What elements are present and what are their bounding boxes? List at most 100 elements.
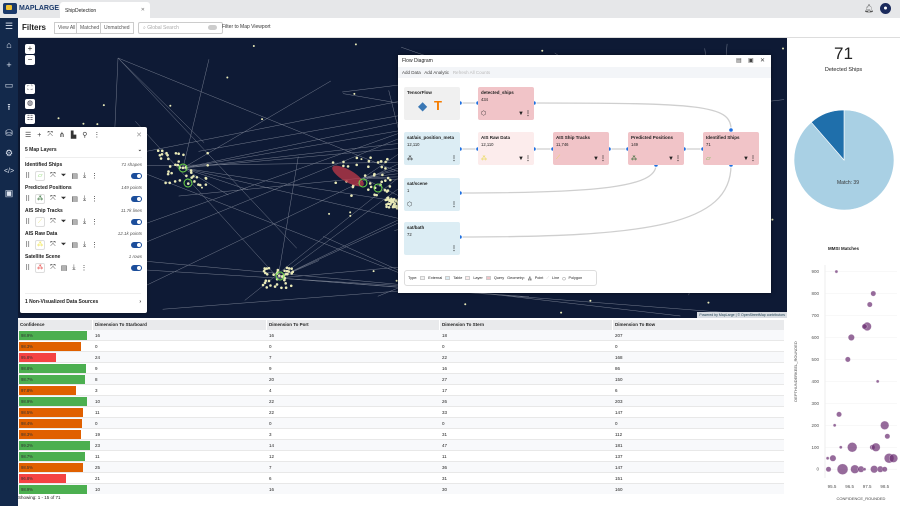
upload-icon[interactable]: ⭱	[0, 100, 18, 116]
layer-item[interactable]: Satellite Scene 1 rows ⠿ ⁂ ⤧ ▤ ⤓ ⋮	[25, 254, 142, 273]
zoom-in-button[interactable]: +	[25, 44, 35, 54]
node-sat-scene[interactable]: sat/scene 1 ⬡ ⋮	[404, 178, 460, 211]
filter-icon[interactable]: ▼	[518, 111, 524, 117]
table-icon[interactable]: ▤	[71, 172, 78, 180]
node-detected-ships[interactable]: detected_ships 434 ⬡ ▼ ⋮	[478, 87, 534, 120]
table-row[interactable]: 96.8% 21 6 31 151	[18, 473, 784, 484]
drag-handle-icon[interactable]: ⠿	[25, 218, 30, 226]
more-icon[interactable]: ⋮	[525, 110, 531, 117]
more-icon[interactable]: ⋮	[80, 264, 87, 272]
menu-icon[interactable]: ☰	[0, 21, 18, 32]
drag-handle-icon[interactable]: ⠿	[25, 172, 30, 180]
scatter-point[interactable]	[845, 356, 851, 363]
table-row[interactable]: 98.3% 19 3 31 112	[18, 429, 784, 440]
home-icon[interactable]: ⌂	[0, 40, 18, 50]
unmatched-button[interactable]: Unmatched	[100, 22, 134, 34]
scatter-point[interactable]	[866, 301, 873, 308]
layer-symbol-icon[interactable]: ⁂	[35, 240, 46, 250]
scatter-point[interactable]	[847, 334, 855, 341]
database-icon[interactable]: ⛁	[0, 128, 18, 139]
expand-icon[interactable]: ⤧	[47, 131, 53, 139]
scatter-point[interactable]	[871, 442, 881, 452]
column-header[interactable]: Dimension To Stern	[440, 320, 613, 330]
layers-stack-icon[interactable]: ☰	[25, 131, 31, 139]
notification-bell-icon[interactable]: 🔔︎	[864, 4, 874, 13]
table-row[interactable]: 98.9% 10 22 26 203	[18, 396, 784, 407]
layer-symbol-icon[interactable]: ⁂	[35, 194, 46, 204]
node-ais-position-meta[interactable]: sat/ais_position_meta 12,110 ⁂ ⋮	[404, 132, 460, 165]
zoom-extent-icon[interactable]: ⛶	[25, 84, 35, 94]
more-icon[interactable]: ⋮	[91, 241, 98, 249]
folder-icon[interactable]: ▭	[0, 80, 18, 91]
filter-icon[interactable]: ⏷	[61, 195, 67, 203]
table-row[interactable]: 98.7% 8 20 27 150	[18, 374, 784, 385]
filter-icon[interactable]: ⏷	[61, 218, 67, 226]
zoom-to-layer-icon[interactable]: ⤧	[50, 241, 56, 249]
add-layer-icon[interactable]: +	[37, 132, 41, 139]
node-ais-raw-data[interactable]: AIS Raw Data 12,110 ⁂ ▼ ⋮	[478, 132, 534, 165]
scatter-point[interactable]	[870, 290, 877, 297]
scatter-point[interactable]	[861, 323, 868, 330]
zoom-to-layer-icon[interactable]: ⤧	[50, 218, 56, 226]
column-header[interactable]: Dimension To Starboard	[93, 320, 267, 330]
more-icon[interactable]: ⋮	[451, 155, 457, 162]
scatter-point[interactable]	[880, 420, 890, 430]
download-icon[interactable]: ⤓	[72, 264, 75, 272]
close-panel-icon[interactable]: ✕	[136, 131, 142, 139]
scatter-point[interactable]	[832, 423, 837, 427]
node-predicted-positions[interactable]: Predicted Positions 149 ⁂ ▼ ⋮	[628, 132, 684, 165]
more-icon[interactable]: ⋮	[600, 155, 606, 162]
filter-icon[interactable]: ▼	[518, 156, 524, 162]
layer-symbol-icon[interactable]: ⟋	[35, 217, 46, 227]
download-icon[interactable]: ⤓	[83, 218, 86, 226]
zoom-to-layer-icon[interactable]: ⤧	[50, 264, 56, 272]
table-icon[interactable]: ▤	[61, 264, 68, 272]
layer-visibility-toggle[interactable]	[131, 265, 142, 271]
table-row[interactable]: 98.4% 0 0 0 0	[18, 418, 784, 429]
filter-icon[interactable]: ⏷	[61, 241, 67, 249]
table-row[interactable]: 98.9% 10 16 30 160	[18, 484, 784, 494]
more-icon[interactable]: ⋮	[451, 245, 457, 252]
download-icon[interactable]: ⤓	[83, 195, 86, 203]
scatter-point[interactable]	[889, 453, 898, 463]
viewport-filter-toggle[interactable]	[208, 25, 217, 30]
basemap-globe-icon[interactable]: ◍	[25, 99, 35, 109]
table-row[interactable]: 97.8% 3 4 17 6	[18, 385, 784, 396]
table-row[interactable]: 95.8% 24 7 22 168	[18, 352, 784, 363]
more-icon[interactable]: ⋮	[451, 201, 457, 208]
layer-item[interactable]: Predicted Positions 149 points ⠿ ⁂ ⤧ ⏷ ▤ ⤓ ⋮	[25, 185, 142, 204]
node-tensorflow[interactable]: TensorFlow ◆ T	[404, 87, 460, 120]
table-icon[interactable]: ▤	[71, 195, 78, 203]
filter-icon[interactable]: ▼	[743, 156, 749, 162]
table-row[interactable]: 98.3% 0 0 0 0	[18, 341, 784, 352]
layer-visibility-toggle[interactable]	[131, 173, 142, 179]
drag-handle-icon[interactable]: ⠿	[25, 195, 30, 203]
legend-list-icon[interactable]: ☷	[25, 114, 35, 124]
layer-symbol-icon[interactable]: ⁂	[35, 263, 46, 273]
table-row[interactable]: 98.5% 25 7 36 147	[18, 462, 784, 473]
scatter-point[interactable]	[836, 411, 842, 418]
scatter-point[interactable]	[884, 433, 891, 440]
more-icon[interactable]: ⋮	[750, 155, 756, 162]
layer-visibility-toggle[interactable]	[131, 242, 142, 248]
download-icon[interactable]: ⤓	[83, 172, 86, 180]
user-avatar[interactable]: ●	[880, 3, 891, 14]
code-icon[interactable]: </>	[0, 168, 18, 175]
more-icon[interactable]: ⋮	[675, 155, 681, 162]
node-sat-bath[interactable]: sat/bath 72 ⋮	[404, 222, 460, 255]
layer-item[interactable]: AIS Raw Data 12.1k points ⠿ ⁂ ⤧ ⏷ ▤ ⤓ ⋮	[25, 231, 142, 250]
location-icon[interactable]: ⚲	[82, 131, 87, 139]
scatter-point[interactable]	[825, 456, 830, 460]
table-row[interactable]: 98.8% 9 9 16 86	[18, 363, 784, 374]
collapse-chevron-icon[interactable]: ⌄	[138, 147, 142, 153]
table-row[interactable]: 98.5% 11 22 33 147	[18, 407, 784, 418]
zoom-out-button[interactable]: −	[25, 55, 35, 65]
zoom-to-layer-icon[interactable]: ⤧	[50, 195, 56, 203]
scatter-point[interactable]	[875, 379, 880, 384]
table-row[interactable]: 98.7% 11 12 11 137	[18, 451, 784, 462]
table-row[interactable]: 98.9% 16 16 18 207	[18, 330, 784, 341]
node-identified-ships[interactable]: Identified Ships 71 ▱ ▼ ⋮	[703, 132, 759, 165]
table-icon[interactable]: ▤	[71, 241, 78, 249]
layer-visibility-toggle[interactable]	[131, 219, 142, 225]
filter-icon[interactable]: ⏷	[61, 172, 67, 180]
